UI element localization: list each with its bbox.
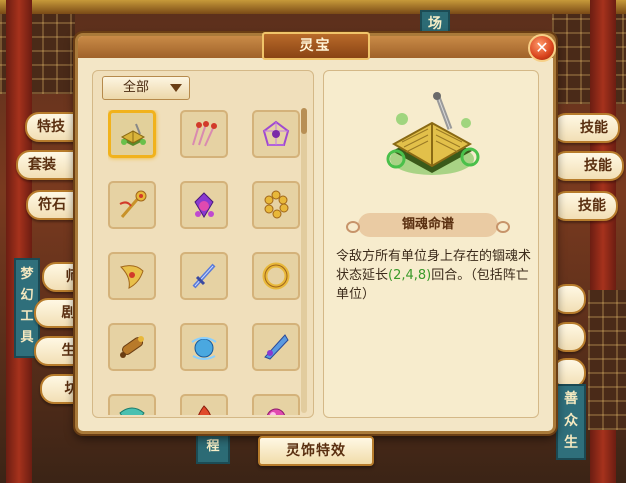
item-slot[interactable] (108, 181, 156, 229)
item-slot[interactable] (252, 252, 300, 300)
side-button-label: 剧 (61, 305, 76, 321)
item-slot[interactable] (108, 323, 156, 371)
purple-web-icon (262, 120, 290, 146)
side-button-label: 套装 (28, 157, 56, 173)
pillar-left (6, 0, 32, 483)
dialog-title: 灵宝 (261, 32, 370, 60)
red-fire-icon (198, 405, 211, 415)
golden-horn-icon (120, 265, 144, 289)
item-slot[interactable] (108, 394, 156, 415)
item-slot[interactable] (252, 394, 300, 415)
bottom-sign: 程 (196, 430, 230, 464)
side-button-label: 技能 (578, 198, 606, 214)
item-grid (108, 110, 300, 415)
teal-fan-icon (119, 407, 145, 415)
side-button-blank-1[interactable] (552, 284, 586, 314)
side-button-label: 技能 (580, 120, 608, 136)
item-name: 锢魂命谱 (346, 213, 510, 237)
blue-orb-icon (191, 337, 217, 360)
scrollbar-thumb[interactable] (301, 108, 307, 134)
bronze-scroll-icon (120, 336, 144, 358)
vertical-tab-label: 善众生 (564, 391, 578, 451)
side-button-skill-3[interactable]: 技能 (552, 191, 618, 221)
red-arrows-icon (192, 121, 217, 147)
filter-dropdown-label: 全部 (123, 80, 150, 95)
item-slot[interactable] (180, 394, 228, 415)
accessory-effects-button[interactable]: 灵饰特效 (258, 436, 374, 466)
side-button-label: 符石 (38, 197, 66, 213)
side-button-label: 技能 (584, 158, 612, 174)
item-description: 令敌方所有单位身上存在的锢魂术状态延长(2,4,8)回合。（包括阵亡单位） (336, 247, 532, 304)
golden-book-icon (120, 123, 146, 146)
side-button-blank-2[interactable] (552, 322, 586, 352)
pink-orb-icon (266, 408, 286, 415)
vertical-tab-label: 梦幻工具 (20, 267, 34, 345)
golden-ring-icon (262, 262, 290, 290)
side-button-skill-2[interactable]: 技能 (552, 151, 624, 181)
chevron-down-icon (170, 84, 182, 92)
item-slot[interactable] (252, 323, 300, 371)
close-icon[interactable]: ✕ (528, 34, 556, 62)
lingbao-dialog: 灵宝 ✕ 全部 锢魂命谱 令敌方所有单位身上存在的锢魂术状态延长(2,4,8)回… (75, 32, 556, 434)
golden-staff-icon (119, 190, 147, 218)
item-list-panel: 全部 (92, 70, 314, 418)
purple-gem-icon (194, 192, 214, 218)
side-button-label: 特技 (37, 119, 65, 135)
item-slot[interactable] (180, 181, 228, 229)
item-detail-panel: 锢魂命谱 令敌方所有单位身上存在的锢魂术状态延长(2,4,8)回合。（包括阵亡单… (323, 70, 539, 418)
golden-book-icon (386, 92, 480, 175)
blue-blade-icon (264, 334, 289, 360)
item-slot[interactable] (180, 110, 228, 158)
item-list-scrollbar[interactable] (301, 108, 307, 413)
cabinet-right (588, 290, 626, 430)
vertical-tab-charity[interactable]: 善众生 (556, 384, 586, 460)
item-slot[interactable] (108, 110, 156, 158)
golden-beads-icon (264, 190, 289, 219)
filter-dropdown[interactable]: 全部 (102, 76, 190, 100)
item-slot[interactable] (252, 181, 300, 229)
item-description-highlight: (2,4,8) (388, 268, 432, 283)
item-slot[interactable] (180, 252, 228, 300)
blue-sword-icon (192, 263, 216, 289)
side-button-skill-1[interactable]: 技能 (552, 113, 620, 143)
side-button-label: 生 (61, 343, 76, 359)
item-slot[interactable] (252, 110, 300, 158)
item-slot[interactable] (108, 252, 156, 300)
item-slot[interactable] (180, 323, 228, 371)
roof-beam (0, 0, 626, 14)
